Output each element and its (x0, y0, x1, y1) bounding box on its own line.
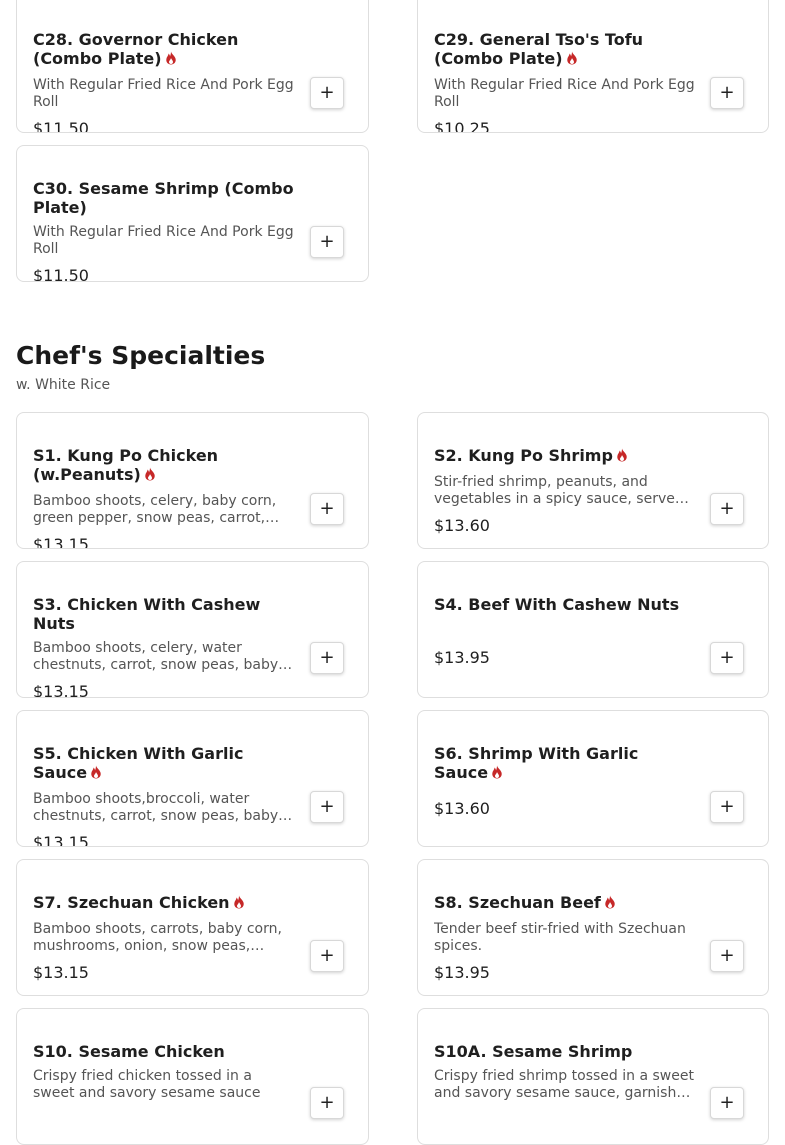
item-price: $13.15 (33, 682, 89, 698)
item-description: Crispy fried chicken tossed in a sweet a… (33, 1068, 261, 1101)
item-price: $13.15 (33, 833, 89, 847)
item-title: C29. General Tso's Tofu (Combo Plate) (434, 30, 644, 68)
plus-icon: + (319, 796, 335, 817)
add-to-cart-button[interactable]: + (310, 791, 344, 823)
item-title: S4. Beef With Cashew Nuts (434, 595, 680, 614)
add-to-cart-button[interactable]: + (310, 1087, 344, 1119)
item-price: $13.15 (33, 535, 89, 549)
spicy-flame-icon (145, 467, 155, 481)
item-description: Bamboo shoots,broccoli, water chestnuts,… (33, 791, 279, 824)
add-to-cart-button[interactable]: + (310, 940, 344, 972)
add-to-cart-button[interactable]: + (310, 493, 344, 525)
spicy-flame-icon (605, 895, 615, 909)
item-description: Stir-fried shrimp, peanuts, and vegetabl… (434, 474, 684, 507)
item-title: S10. Sesame Chicken (33, 1042, 225, 1061)
item-title: S2. Kung Po Shrimp (434, 446, 696, 465)
item-title: C28. Governor Chicken (Combo Plate) (33, 30, 239, 68)
item-description: With Regular Fried Rice And Pork Egg Rol… (434, 77, 695, 110)
item-price: $11.50 (33, 119, 89, 133)
item-description: With Regular Fried Rice And Pork Egg Rol… (33, 224, 294, 257)
item-price: $13.60 (434, 516, 490, 535)
add-to-cart-button[interactable]: + (710, 1087, 744, 1119)
item-title: S5. Chicken With Garlic Sauce (33, 744, 244, 782)
spicy-flame-icon (566, 51, 577, 65)
add-to-cart-button[interactable]: + (310, 226, 344, 258)
item-description: Bamboo shoots, celery, water chestnuts, … (33, 640, 279, 673)
plus-icon: + (319, 945, 335, 966)
plus-icon: + (719, 1092, 735, 1113)
plus-icon: + (319, 647, 335, 668)
menu-item-card[interactable]: C28. Governor Chicken (Combo Plate) With… (16, 0, 369, 133)
add-to-cart-button[interactable]: + (710, 493, 744, 525)
add-to-cart-button[interactable]: + (710, 791, 744, 823)
plus-icon: + (719, 647, 735, 668)
menu-item-card[interactable]: S2. Kung Po Shrimp Stir-fried shrimp, pe… (417, 412, 769, 549)
item-description: Bamboo shoots, celery, baby corn, green … (33, 493, 277, 526)
plus-icon: + (719, 945, 735, 966)
plus-icon: + (319, 231, 335, 252)
item-price: $10.25 (434, 119, 490, 133)
item-title: C30. Sesame Shrimp (Combo Plate) (33, 179, 294, 217)
add-to-cart-button[interactable]: + (710, 642, 744, 674)
item-title: S7. Szechuan Chicken (33, 893, 295, 912)
item-title: S6. Shrimp With Garlic Sauce (434, 744, 639, 782)
menu-item-card[interactable]: S5. Chicken With Garlic Sauce Bamboo sho… (16, 710, 369, 847)
item-price: $13.95 (434, 963, 490, 982)
item-description: Crispy fried shrimp tossed in a sweet an… (434, 1068, 694, 1101)
item-price: $13.15 (33, 963, 89, 982)
menu-item-card[interactable]: S7. Szechuan Chicken Bamboo shoots, carr… (16, 859, 369, 996)
plus-icon: + (319, 1092, 335, 1113)
plus-icon: + (719, 498, 735, 519)
item-description: With Regular Fried Rice And Pork Egg Rol… (33, 77, 294, 110)
plus-icon: + (719, 796, 735, 817)
menu-item-card[interactable]: S1. Kung Po Chicken (w.Peanuts) Bamboo s… (16, 412, 369, 549)
item-price: $11.50 (33, 266, 89, 282)
spicy-flame-icon (165, 51, 176, 65)
plus-icon: + (319, 82, 335, 103)
menu-item-card[interactable]: C29. General Tso's Tofu (Combo Plate) Wi… (417, 0, 769, 133)
menu-item-card[interactable]: S4. Beef With Cashew Nuts $13.95 + (417, 561, 769, 698)
menu-item-card[interactable]: S6. Shrimp With Garlic Sauce $13.60 + (417, 710, 769, 847)
plus-icon: + (719, 82, 735, 103)
add-to-cart-button[interactable]: + (710, 77, 744, 109)
section-title: Chef's Specialties (16, 341, 266, 370)
item-description: Bamboo shoots, carrots, baby corn, mushr… (33, 921, 282, 954)
item-price: $13.95 (434, 648, 490, 667)
add-to-cart-button[interactable]: + (310, 77, 344, 109)
add-to-cart-button[interactable]: + (310, 642, 344, 674)
plus-icon: + (319, 498, 335, 519)
item-title: S3. Chicken With Cashew Nuts (33, 595, 261, 633)
spicy-flame-icon (492, 765, 502, 779)
item-title: S1. Kung Po Chicken (w.Peanuts) (33, 446, 219, 484)
item-description: Tender beef stir-fried with Szechuan spi… (434, 921, 686, 954)
menu-item-card[interactable]: S8. Szechuan Beef Tender beef stir-fried… (417, 859, 769, 996)
menu-item-card[interactable]: S10A. Sesame Shrimp Crispy fried shrimp … (417, 1008, 769, 1145)
section-subtitle: w. White Rice (16, 377, 111, 393)
spicy-flame-icon (233, 895, 244, 909)
item-title: S8. Szechuan Beef (434, 893, 696, 912)
spicy-flame-icon (91, 765, 101, 779)
menu-item-card[interactable]: C30. Sesame Shrimp (Combo Plate) With Re… (16, 145, 369, 282)
add-to-cart-button[interactable]: + (710, 940, 744, 972)
menu-item-card[interactable]: S10. Sesame Chicken Crispy fried chicken… (16, 1008, 369, 1145)
spicy-flame-icon (617, 448, 627, 462)
item-price: $13.60 (434, 799, 490, 818)
item-title: S10A. Sesame Shrimp (434, 1042, 633, 1061)
menu-item-card[interactable]: S3. Chicken With Cashew Nuts Bamboo shoo… (16, 561, 369, 698)
